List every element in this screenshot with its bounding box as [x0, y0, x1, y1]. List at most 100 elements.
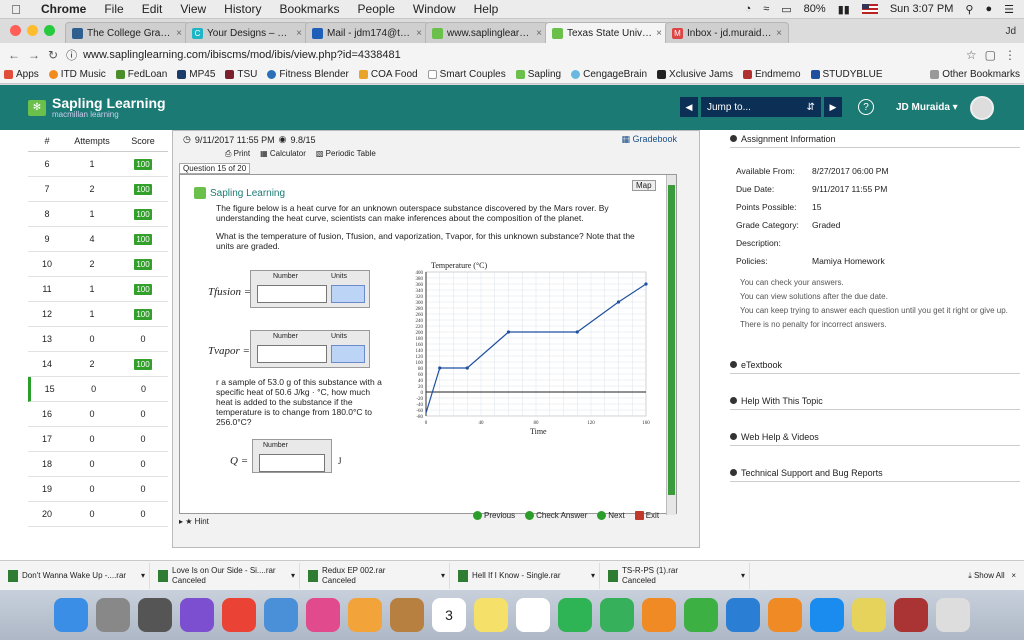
menu-bookmarks[interactable]: Bookmarks	[271, 2, 349, 16]
tab-canva[interactable]: C Your Designs – Canva ×	[185, 22, 309, 43]
help-icon[interactable]: ?	[858, 99, 874, 115]
bookmark-endmemo[interactable]: Endmemo	[742, 69, 801, 80]
bookmark-other[interactable]: Other Bookmarks	[930, 69, 1020, 80]
close-tab-icon[interactable]: ×	[176, 28, 182, 39]
books-icon[interactable]	[768, 598, 802, 632]
tfusion-number-input[interactable]	[257, 285, 327, 303]
scroll-thumb[interactable]	[668, 185, 675, 495]
tab-gmail-inbox[interactable]: M Inbox - jd.muraida@gmail.c ×	[665, 22, 789, 43]
reminders-icon[interactable]	[516, 598, 550, 632]
launchpad-icon[interactable]	[138, 598, 172, 632]
download-item[interactable]: Love Is on Our Side - Si....rar Canceled ▾	[150, 562, 300, 589]
map-button[interactable]: Map	[632, 180, 656, 191]
table-row[interactable]: 10 2 100	[28, 252, 168, 277]
tfusion-units-input[interactable]	[331, 285, 365, 303]
back-icon[interactable]: ←	[8, 48, 20, 62]
question-scrollbar[interactable]	[666, 175, 676, 515]
airplay-icon[interactable]: ▭	[781, 3, 791, 16]
table-row[interactable]: 11 1 100	[28, 277, 168, 302]
tvapor-units-input[interactable]	[331, 345, 365, 363]
keynote-icon[interactable]	[726, 598, 760, 632]
assignment-info-header[interactable]: Assignment Information	[730, 130, 1020, 148]
trash-icon[interactable]	[936, 598, 970, 632]
hint-toggle[interactable]: ▸ ★ Hint	[179, 517, 209, 526]
wifi-icon[interactable]: ≈	[763, 3, 769, 15]
menu-help[interactable]: Help	[465, 2, 508, 16]
close-tab-icon[interactable]: ×	[776, 28, 782, 39]
check-answer-button[interactable]: Check Answer	[525, 511, 587, 521]
next-button[interactable]: Next	[597, 511, 625, 521]
menu-file[interactable]: File	[95, 2, 132, 16]
avatar[interactable]	[970, 96, 994, 120]
notes-icon[interactable]	[474, 598, 508, 632]
spotlight-search-icon[interactable]: ⚲	[965, 3, 973, 16]
numbers-icon[interactable]	[684, 598, 718, 632]
bookmark-fedloan[interactable]: FedLoan	[115, 69, 167, 80]
download-item[interactable]: Hell If I Know - Single.rar ▾	[450, 562, 600, 589]
appstore-icon[interactable]	[810, 598, 844, 632]
zoom-window-icon[interactable]	[44, 25, 55, 36]
table-row[interactable]: 15 0 0	[28, 377, 168, 402]
calculator-button[interactable]: ▦ Calculator	[260, 149, 306, 159]
apple-icon[interactable]: 	[0, 2, 32, 17]
menu-view[interactable]: View	[171, 2, 215, 16]
table-row[interactable]: 7 2 100	[28, 177, 168, 202]
calendar-icon[interactable]: 3	[432, 598, 466, 632]
forward-icon[interactable]: →	[28, 48, 40, 62]
table-row[interactable]: 20 0 0	[28, 502, 168, 527]
bookmark-smart-couples[interactable]: Smart Couples	[427, 69, 506, 80]
browser-menu-icon[interactable]: ⋮	[1004, 48, 1016, 62]
bookmark-xclusive-jams[interactable]: Xclusive Jams	[657, 69, 733, 80]
info-section-toggle[interactable]: Help With This Topic	[730, 392, 1020, 410]
q-number-input[interactable]	[259, 454, 325, 472]
info-section-toggle[interactable]: Web Help & Videos	[730, 428, 1020, 446]
user-menu[interactable]: JD Muraida ▾	[896, 102, 958, 113]
show-all-downloads-button[interactable]: ⤓ Show All ×	[968, 571, 1024, 581]
bookmark-cengagebrain[interactable]: CengageBrain	[571, 69, 647, 80]
info-section-toggle[interactable]: eTextbook	[730, 356, 1020, 374]
bookmark-fitness-blender[interactable]: Fitness Blender	[267, 69, 349, 80]
table-row[interactable]: 17 0 0	[28, 427, 168, 452]
chrome-icon[interactable]	[222, 598, 256, 632]
menu-edit[interactable]: Edit	[133, 2, 172, 16]
minimize-window-icon[interactable]	[27, 25, 38, 36]
bookmark-tsu[interactable]: TSU	[225, 69, 257, 80]
photos-icon[interactable]	[348, 598, 382, 632]
rar-icon[interactable]	[894, 598, 928, 632]
download-item[interactable]: Don't Wanna Wake Up -....rar ▾	[0, 562, 150, 589]
table-row[interactable]: 6 1 100	[28, 152, 168, 177]
browser-profile-button[interactable]: Jd	[1005, 26, 1024, 43]
bookmark-star-icon[interactable]: ☆	[966, 48, 977, 62]
extension-icon[interactable]: ▢	[985, 48, 996, 62]
gradebook-link[interactable]: ▦ Gradebook	[621, 134, 677, 145]
periodic-table-button[interactable]: ▧ Periodic Table	[316, 149, 376, 159]
url-field[interactable]: ⓘ www.saplinglearning.com/ibiscms/mod/ib…	[66, 47, 958, 63]
system-prefs-icon[interactable]	[96, 598, 130, 632]
jump-to-select[interactable]: Jump to... ⇵	[701, 97, 821, 117]
menu-people[interactable]: People	[349, 2, 404, 16]
table-row[interactable]: 14 2 100	[28, 352, 168, 377]
table-row[interactable]: 16 0 0	[28, 402, 168, 427]
download-menu-icon[interactable]: ▾	[291, 571, 299, 580]
battery-percent[interactable]: 80%	[804, 3, 826, 15]
exit-button[interactable]: Exit	[634, 511, 659, 521]
tab-mail[interactable]: Mail - jdm174@txstate.edu ×	[305, 22, 429, 43]
table-row[interactable]: 13 0 0	[28, 327, 168, 352]
notification-center-icon[interactable]: ☰	[1004, 3, 1014, 16]
clock[interactable]: Sun 3:07 PM	[890, 3, 954, 15]
tab-college-grants[interactable]: The College Grants Databa ×	[65, 22, 189, 43]
bookmark-itd-music[interactable]: ITD Music	[48, 69, 106, 80]
menu-window[interactable]: Window	[404, 2, 465, 16]
download-menu-icon[interactable]: ▾	[591, 571, 599, 580]
bookmark-studyblue[interactable]: STUDYBLUE	[810, 69, 883, 80]
menu-app-chrome[interactable]: Chrome	[32, 2, 95, 16]
table-row[interactable]: 9 4 100	[28, 227, 168, 252]
tab-texas-state[interactable]: Texas State University - CH ×	[545, 22, 669, 43]
download-menu-icon[interactable]: ▾	[741, 571, 749, 580]
close-tab-icon[interactable]: ×	[416, 28, 422, 39]
table-row[interactable]: 19 0 0	[28, 477, 168, 502]
download-item[interactable]: TS-R-PS (1).rar Canceled ▾	[600, 562, 750, 589]
info-section-toggle[interactable]: Technical Support and Bug Reports	[730, 464, 1020, 482]
facetime-icon[interactable]	[600, 598, 634, 632]
pages-icon[interactable]	[642, 598, 676, 632]
